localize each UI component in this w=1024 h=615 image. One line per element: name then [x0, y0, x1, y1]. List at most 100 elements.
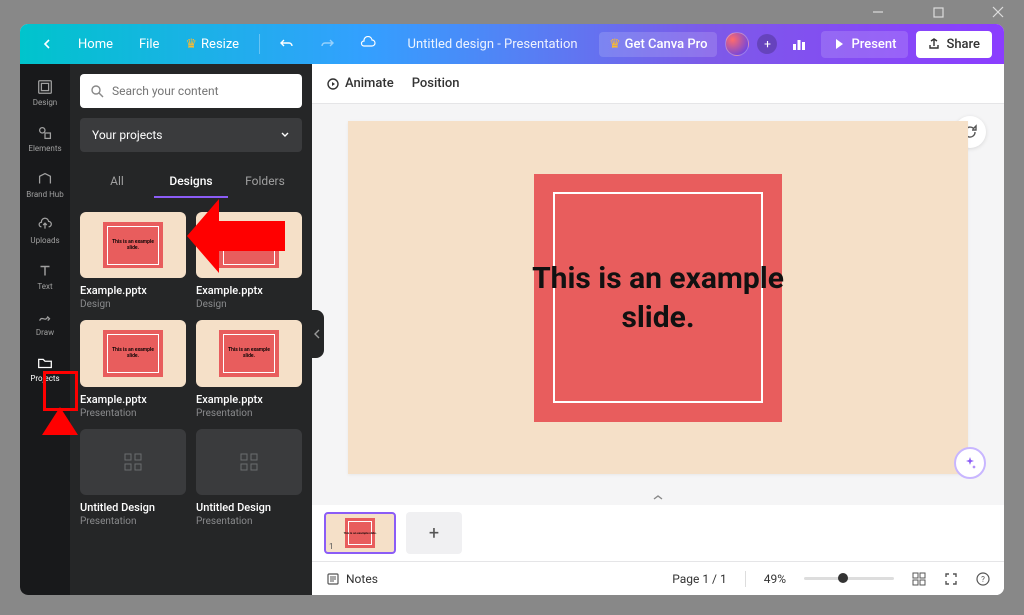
- canvas-toolbar: Animate Position: [312, 64, 1004, 104]
- search-field[interactable]: [80, 74, 302, 108]
- animate-label: Animate: [345, 76, 394, 91]
- resize-button[interactable]: ♛ Resize: [175, 31, 249, 58]
- sidebar-label: Brand Hub: [26, 190, 63, 199]
- tab-folders[interactable]: Folders: [228, 166, 302, 198]
- sidebar-design[interactable]: Design: [22, 70, 68, 114]
- sidebar-elements[interactable]: Elements: [22, 116, 68, 160]
- projects-dropdown[interactable]: Your projects: [80, 118, 302, 152]
- page-thumbnail-1[interactable]: This is an example slide. 1: [324, 512, 396, 554]
- help-button[interactable]: ?: [976, 572, 990, 586]
- page-number: 1: [329, 542, 334, 551]
- card-title: Untitled Design: [196, 501, 302, 514]
- zoom-slider[interactable]: [804, 577, 894, 580]
- sidebar-label: Text: [37, 282, 52, 291]
- project-card[interactable]: This is an exampleslide.Example.pptxDesi…: [196, 212, 302, 310]
- sidebar-label: Projects: [30, 374, 59, 383]
- get-pro-label: Get Canva Pro: [625, 37, 708, 52]
- crown-icon: ♛: [609, 37, 621, 52]
- card-title: Example.pptx: [80, 284, 186, 297]
- cloud-sync-icon[interactable]: [350, 30, 386, 58]
- sidebar-label: Elements: [28, 144, 61, 153]
- magic-button[interactable]: [954, 447, 986, 479]
- resize-label: Resize: [201, 37, 239, 52]
- tab-designs[interactable]: Designs: [154, 166, 228, 198]
- sidebar-brand-hub[interactable]: Brand Hub: [22, 162, 68, 206]
- panel-tabs: All Designs Folders: [80, 166, 302, 198]
- card-subtitle: Presentation: [80, 516, 186, 527]
- undo-button[interactable]: [270, 31, 304, 57]
- panel-collapse-handle[interactable]: [310, 310, 324, 358]
- projects-panel: Your projects All Designs Folders This i…: [70, 64, 312, 595]
- grid-view-button[interactable]: [912, 572, 926, 586]
- thumbnail-strip: This is an example slide. 1 +: [312, 505, 1004, 561]
- window-close-button[interactable]: [980, 0, 1016, 24]
- card-subtitle: Design: [80, 299, 186, 310]
- window-minimize-button[interactable]: [860, 0, 896, 24]
- canvas-area: Animate Position This is an exampleslide…: [312, 64, 1004, 595]
- canvas-stage[interactable]: This is an exampleslide.: [312, 104, 1004, 491]
- card-subtitle: Presentation: [196, 408, 302, 419]
- slide[interactable]: This is an exampleslide.: [348, 121, 968, 474]
- card-title: Untitled Design: [80, 501, 186, 514]
- card-title: Example.pptx: [80, 393, 186, 406]
- menu-divider: [259, 34, 260, 54]
- sidebar-label: Draw: [36, 328, 54, 337]
- thumb-text: This is an example slide.: [343, 531, 376, 535]
- present-button[interactable]: Present: [821, 31, 908, 58]
- sparkle-icon: [963, 456, 977, 470]
- home-button[interactable]: Home: [68, 31, 123, 58]
- notes-button[interactable]: Notes: [326, 572, 378, 586]
- document-title[interactable]: Untitled design - Presentation: [386, 37, 599, 52]
- thumbnail-expander[interactable]: [312, 491, 1004, 505]
- get-canva-pro-button[interactable]: ♛ Get Canva Pro: [599, 32, 717, 57]
- divider: [745, 571, 746, 587]
- sidebar-uploads[interactable]: Uploads: [22, 208, 68, 252]
- svg-text:?: ?: [981, 575, 985, 584]
- projects-grid: This is an exampleslide.Example.pptxDesi…: [80, 212, 302, 527]
- file-menu[interactable]: File: [129, 31, 169, 58]
- app-window: Home File ♛ Resize Untitled design - Pres…: [20, 24, 1004, 595]
- chevron-down-icon: [280, 130, 290, 140]
- card-subtitle: Presentation: [80, 408, 186, 419]
- sidebar-label: Design: [33, 98, 57, 107]
- zoom-value[interactable]: 49%: [764, 572, 786, 586]
- tab-all[interactable]: All: [80, 166, 154, 198]
- animate-icon: [326, 77, 340, 91]
- slide-text[interactable]: This is an exampleslide.: [532, 259, 784, 337]
- project-card[interactable]: This is an exampleslide.Example.pptxDesi…: [80, 212, 186, 310]
- search-icon: [90, 84, 104, 98]
- blank-icon: [239, 452, 259, 472]
- crown-icon: ♛: [185, 37, 197, 52]
- search-input[interactable]: [112, 84, 292, 98]
- present-label: Present: [851, 37, 896, 52]
- back-button[interactable]: [32, 33, 62, 55]
- sidebar-label: Uploads: [30, 236, 59, 245]
- window-titlebar: [0, 0, 1024, 24]
- project-card[interactable]: Untitled Design Presentation: [196, 429, 302, 527]
- project-card[interactable]: Untitled Design Presentation: [80, 429, 186, 527]
- redo-button[interactable]: [310, 31, 344, 57]
- analytics-icon[interactable]: [785, 30, 813, 58]
- add-collaborator-button[interactable]: +: [757, 34, 777, 54]
- dropdown-label: Your projects: [92, 128, 163, 142]
- card-subtitle: Design: [196, 299, 302, 310]
- notes-label: Notes: [346, 572, 378, 586]
- window-maximize-button[interactable]: [920, 0, 956, 24]
- bottom-bar: Notes Page 1 / 1 49% ?: [312, 561, 1004, 595]
- user-avatar[interactable]: [725, 32, 749, 56]
- position-button[interactable]: Position: [412, 76, 460, 91]
- card-subtitle: Presentation: [196, 516, 302, 527]
- add-page-button[interactable]: +: [406, 512, 462, 554]
- page-indicator: Page 1 / 1: [672, 572, 727, 586]
- share-label: Share: [946, 37, 980, 52]
- fullscreen-button[interactable]: [944, 572, 958, 586]
- blank-icon: [123, 452, 143, 472]
- sidebar-projects[interactable]: Projects: [22, 346, 68, 390]
- project-card[interactable]: This is an exampleslide.Example.pptxPres…: [80, 320, 186, 418]
- project-card[interactable]: This is an exampleslide.Example.pptxPres…: [196, 320, 302, 418]
- animate-button[interactable]: Animate: [326, 76, 394, 91]
- sidebar-text[interactable]: Text: [22, 254, 68, 298]
- top-menu-bar: Home File ♛ Resize Untitled design - Pres…: [20, 24, 1004, 64]
- share-button[interactable]: Share: [916, 31, 992, 58]
- sidebar-draw[interactable]: Draw: [22, 300, 68, 344]
